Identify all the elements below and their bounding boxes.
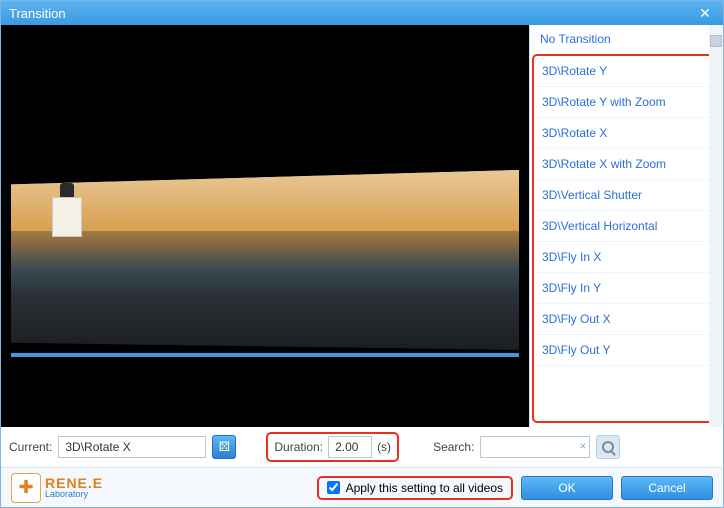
scrollbar[interactable] (709, 25, 723, 427)
current-label: Current: (9, 440, 52, 454)
random-button[interactable]: ⚄ (212, 435, 236, 459)
logo-text-top: RENE.E (45, 476, 103, 490)
preview-image (11, 170, 519, 350)
duration-input[interactable] (328, 436, 372, 458)
footer: ✚ RENE.E Laboratory Apply this setting t… (1, 467, 723, 507)
duration-label: Duration: (274, 440, 323, 454)
no-transition-item[interactable]: No Transition (530, 25, 723, 53)
list-item[interactable]: 3D\Rotate Y with Zoom (534, 87, 715, 118)
apply-all-label: Apply this setting to all videos (346, 481, 503, 495)
lighthouse-graphic (49, 183, 85, 243)
ok-button[interactable]: OK (521, 476, 613, 500)
list-item[interactable]: 3D\Fly In X (534, 242, 715, 273)
main-area: No Transition 3D\Rotate Y 3D\Rotate Y wi… (1, 25, 723, 427)
list-item[interactable]: 3D\Rotate X (534, 118, 715, 149)
list-item[interactable]: 3D\Fly Out Y (534, 335, 715, 366)
list-item[interactable]: 3D\Rotate Y (534, 56, 715, 87)
transition-list-highlight: 3D\Rotate Y 3D\Rotate Y with Zoom 3D\Rot… (532, 54, 717, 423)
clear-search-icon[interactable]: × (579, 439, 586, 453)
list-item[interactable]: 3D\Rotate X with Zoom (534, 149, 715, 180)
search-label: Search: (433, 440, 474, 454)
apply-all-checkbox[interactable] (327, 481, 340, 494)
list-item[interactable]: 3D\Vertical Horizontal (534, 211, 715, 242)
transition-list-panel: No Transition 3D\Rotate Y 3D\Rotate Y wi… (529, 25, 723, 427)
preview-pane (1, 25, 529, 427)
cancel-button[interactable]: Cancel (621, 476, 713, 500)
duration-unit: (s) (377, 440, 391, 454)
logo-icon: ✚ (11, 473, 41, 503)
list-item[interactable]: 3D\Fly Out X (534, 304, 715, 335)
window-title: Transition (9, 6, 695, 21)
search-icon (602, 441, 614, 453)
list-item[interactable]: 3D\Vertical Shutter (534, 180, 715, 211)
duration-highlight: Duration: (s) (266, 432, 399, 462)
list-item[interactable]: 3D\Fly In Y (534, 273, 715, 304)
titlebar: Transition ✕ (1, 1, 723, 25)
brand-logo: ✚ RENE.E Laboratory (11, 473, 103, 503)
logo-text-bottom: Laboratory (45, 490, 103, 499)
scrollbar-thumb[interactable] (710, 35, 722, 47)
current-input[interactable] (58, 436, 206, 458)
search-input[interactable] (480, 436, 590, 458)
controls-row: Current: ⚄ Duration: (s) Search: × (1, 427, 723, 467)
search-button[interactable] (596, 435, 620, 459)
preview-timeline-bar (11, 353, 519, 357)
close-button[interactable]: ✕ (695, 3, 715, 23)
apply-all-highlight: Apply this setting to all videos (317, 476, 513, 500)
